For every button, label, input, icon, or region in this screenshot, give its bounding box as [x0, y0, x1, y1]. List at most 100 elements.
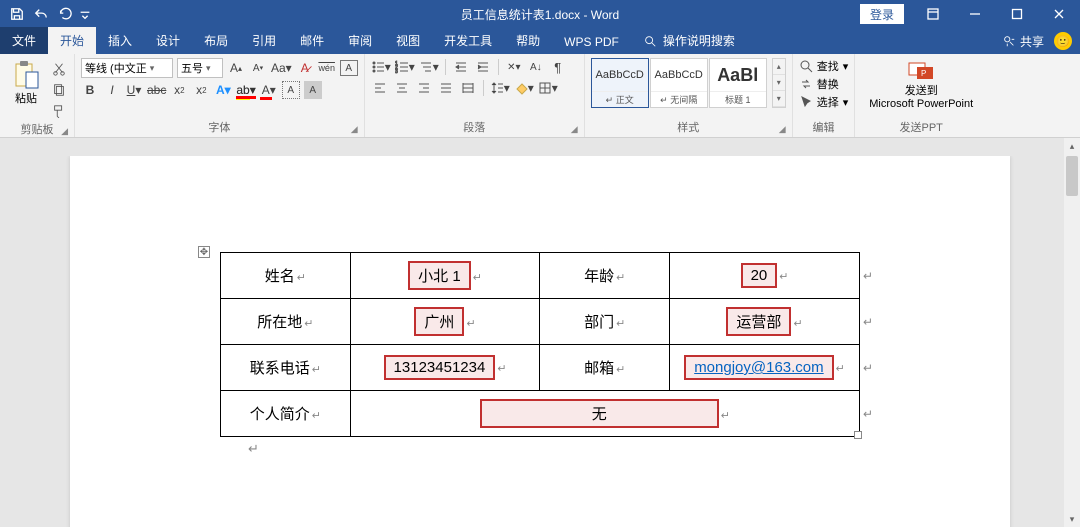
paragraph-dialog-launcher[interactable]: ◢ — [571, 124, 578, 135]
sendto-ppt-button[interactable]: P 发送到 Microsoft PowerPoint — [861, 58, 981, 112]
show-marks-button[interactable]: ¶ — [549, 58, 567, 76]
table-row[interactable]: 姓名↵ 小北 1↵ 年龄↵ 20↵↵ — [221, 253, 860, 299]
tab-insert[interactable]: 插入 — [96, 27, 144, 54]
tab-design[interactable]: 设计 — [144, 27, 192, 54]
document-page[interactable]: ✥ 姓名↵ 小北 1↵ 年龄↵ 20↵↵ 所在地↵ 广州↵ 部门↵ 运营部↵↵ … — [70, 156, 1010, 527]
clipboard-dialog-launcher[interactable]: ◢ — [61, 126, 68, 137]
maximize-button[interactable] — [996, 0, 1038, 28]
paste-button[interactable]: 粘贴 — [6, 58, 46, 108]
clear-formatting-button[interactable]: A̷ — [296, 59, 314, 77]
redo-button[interactable] — [54, 3, 76, 25]
employee-table[interactable]: 姓名↵ 小北 1↵ 年龄↵ 20↵↵ 所在地↵ 广州↵ 部门↵ 运营部↵↵ 联系… — [220, 252, 860, 437]
tab-review[interactable]: 审阅 — [336, 27, 384, 54]
qat-customize-button[interactable] — [78, 3, 92, 25]
font-family-combo[interactable]: 等线 (中文正▾ — [81, 58, 173, 78]
character-border-button[interactable]: A — [304, 81, 322, 99]
borders-button[interactable]: ▾ — [538, 79, 558, 97]
change-case-button[interactable]: Aa▾ — [271, 59, 292, 77]
copy-button[interactable] — [50, 81, 68, 99]
ribbon-display-button[interactable] — [912, 0, 954, 28]
shading-button[interactable]: ▾ — [514, 79, 534, 97]
tab-developer[interactable]: 开发工具 — [432, 27, 504, 54]
gallery-down-button[interactable]: ▾ — [773, 75, 785, 91]
login-button[interactable]: 登录 — [860, 4, 904, 24]
style-heading1[interactable]: AaBl标题 1 — [709, 58, 767, 108]
styles-gallery-nav[interactable]: ▴▾▾ — [772, 58, 786, 108]
save-button[interactable] — [6, 3, 28, 25]
cell-label: 联系电话 — [250, 360, 310, 377]
bullets-button[interactable]: ▾ — [371, 58, 391, 76]
strikethrough-button[interactable]: abc — [147, 81, 166, 99]
group-editing: 查找 ▾ 替换 选择 ▾ 编辑 — [793, 54, 856, 137]
group-sendto: P 发送到 Microsoft PowerPoint 发送PPT — [855, 54, 987, 137]
distribute-button[interactable] — [459, 79, 477, 97]
styles-gallery[interactable]: AaBbCcD↵ 正文 AaBbCcD↵ 无间隔 AaBl标题 1 — [591, 58, 767, 108]
table-row[interactable]: 所在地↵ 广州↵ 部门↵ 运营部↵↵ — [221, 299, 860, 345]
style-nospacing[interactable]: AaBbCcD↵ 无间隔 — [650, 58, 708, 108]
tab-layout[interactable]: 布局 — [192, 27, 240, 54]
asian-layout-button[interactable]: ✕▾ — [505, 58, 523, 76]
tellme-search[interactable]: 操作说明搜索 — [631, 27, 747, 54]
cell-value-email[interactable]: mongjoy@163.com — [684, 355, 833, 380]
font-color-button[interactable]: A▾ — [260, 81, 278, 99]
close-button[interactable] — [1038, 0, 1080, 28]
tab-file[interactable]: 文件 — [0, 27, 48, 54]
ribbon: 粘贴 剪贴板◢ 等线 (中文正▾ 五号▾ A▴ A▾ Aa▾ A̷ wén A — [0, 54, 1080, 138]
cut-button[interactable] — [50, 60, 68, 78]
font-dialog-launcher[interactable]: ◢ — [351, 124, 358, 135]
gallery-more-button[interactable]: ▾ — [773, 91, 785, 107]
minimize-button[interactable] — [954, 0, 996, 28]
share-button[interactable]: 共享 — [1002, 33, 1044, 50]
table-resize-handle[interactable] — [854, 431, 862, 439]
tab-help[interactable]: 帮助 — [504, 27, 552, 54]
tab-references[interactable]: 引用 — [240, 27, 288, 54]
scroll-thumb[interactable] — [1066, 156, 1078, 196]
numbering-button[interactable]: 123▾ — [395, 58, 415, 76]
align-center-button[interactable] — [393, 79, 411, 97]
font-size-combo[interactable]: 五号▾ — [177, 58, 223, 78]
table-move-handle[interactable]: ✥ — [198, 246, 210, 258]
undo-button[interactable] — [30, 3, 52, 25]
cell-label: 邮箱 — [584, 360, 614, 377]
shrink-font-button[interactable]: A▾ — [249, 59, 267, 77]
line-spacing-button[interactable]: ▾ — [490, 79, 510, 97]
underline-button[interactable]: U▾ — [125, 81, 143, 99]
cell-value: 广州 — [414, 307, 464, 336]
phonetic-guide-button[interactable]: wén — [318, 59, 336, 77]
text-effects-button[interactable]: A▾ — [214, 81, 232, 99]
vertical-scrollbar[interactable]: ▴ ▾ — [1064, 138, 1080, 527]
italic-button[interactable]: I — [103, 81, 121, 99]
style-normal[interactable]: AaBbCcD↵ 正文 — [591, 58, 649, 108]
tab-home[interactable]: 开始 — [48, 27, 96, 54]
styles-dialog-launcher[interactable]: ◢ — [779, 124, 786, 135]
grow-font-button[interactable]: A▴ — [227, 59, 245, 77]
table-row[interactable]: 联系电话↵ 13123451234↵ 邮箱↵ mongjoy@163.com↵↵ — [221, 345, 860, 391]
document-area: ✥ 姓名↵ 小北 1↵ 年龄↵ 20↵↵ 所在地↵ 广州↵ 部门↵ 运营部↵↵ … — [0, 156, 1080, 527]
bold-button[interactable]: B — [81, 81, 99, 99]
find-button[interactable]: 查找 ▾ — [799, 58, 849, 74]
tab-wpspdf[interactable]: WPS PDF — [552, 30, 631, 54]
increase-indent-button[interactable] — [474, 58, 492, 76]
highlight-button[interactable]: ab▾ — [236, 81, 255, 99]
subscript-button[interactable]: x2 — [170, 81, 188, 99]
justify-button[interactable] — [437, 79, 455, 97]
align-left-button[interactable] — [371, 79, 389, 97]
table-row[interactable]: 个人简介↵ 无↵↵ — [221, 391, 860, 437]
decrease-indent-button[interactable] — [452, 58, 470, 76]
multilevel-button[interactable]: ▾ — [419, 58, 439, 76]
format-painter-button[interactable] — [50, 102, 68, 120]
replace-button[interactable]: 替换 — [799, 76, 849, 92]
gallery-up-button[interactable]: ▴ — [773, 59, 785, 75]
cell-label: 个人简介 — [250, 406, 310, 423]
feedback-button[interactable]: 🙂 — [1054, 32, 1072, 50]
scroll-up-button[interactable]: ▴ — [1064, 138, 1080, 154]
align-right-button[interactable] — [415, 79, 433, 97]
superscript-button[interactable]: x2 — [192, 81, 210, 99]
tab-mailings[interactable]: 邮件 — [288, 27, 336, 54]
tab-view[interactable]: 视图 — [384, 27, 432, 54]
character-shading-button[interactable]: A — [282, 81, 300, 99]
scroll-down-button[interactable]: ▾ — [1064, 511, 1080, 527]
select-button[interactable]: 选择 ▾ — [799, 94, 849, 110]
enclose-character-button[interactable]: A — [340, 60, 358, 76]
sort-button[interactable]: A↓ — [527, 58, 545, 76]
